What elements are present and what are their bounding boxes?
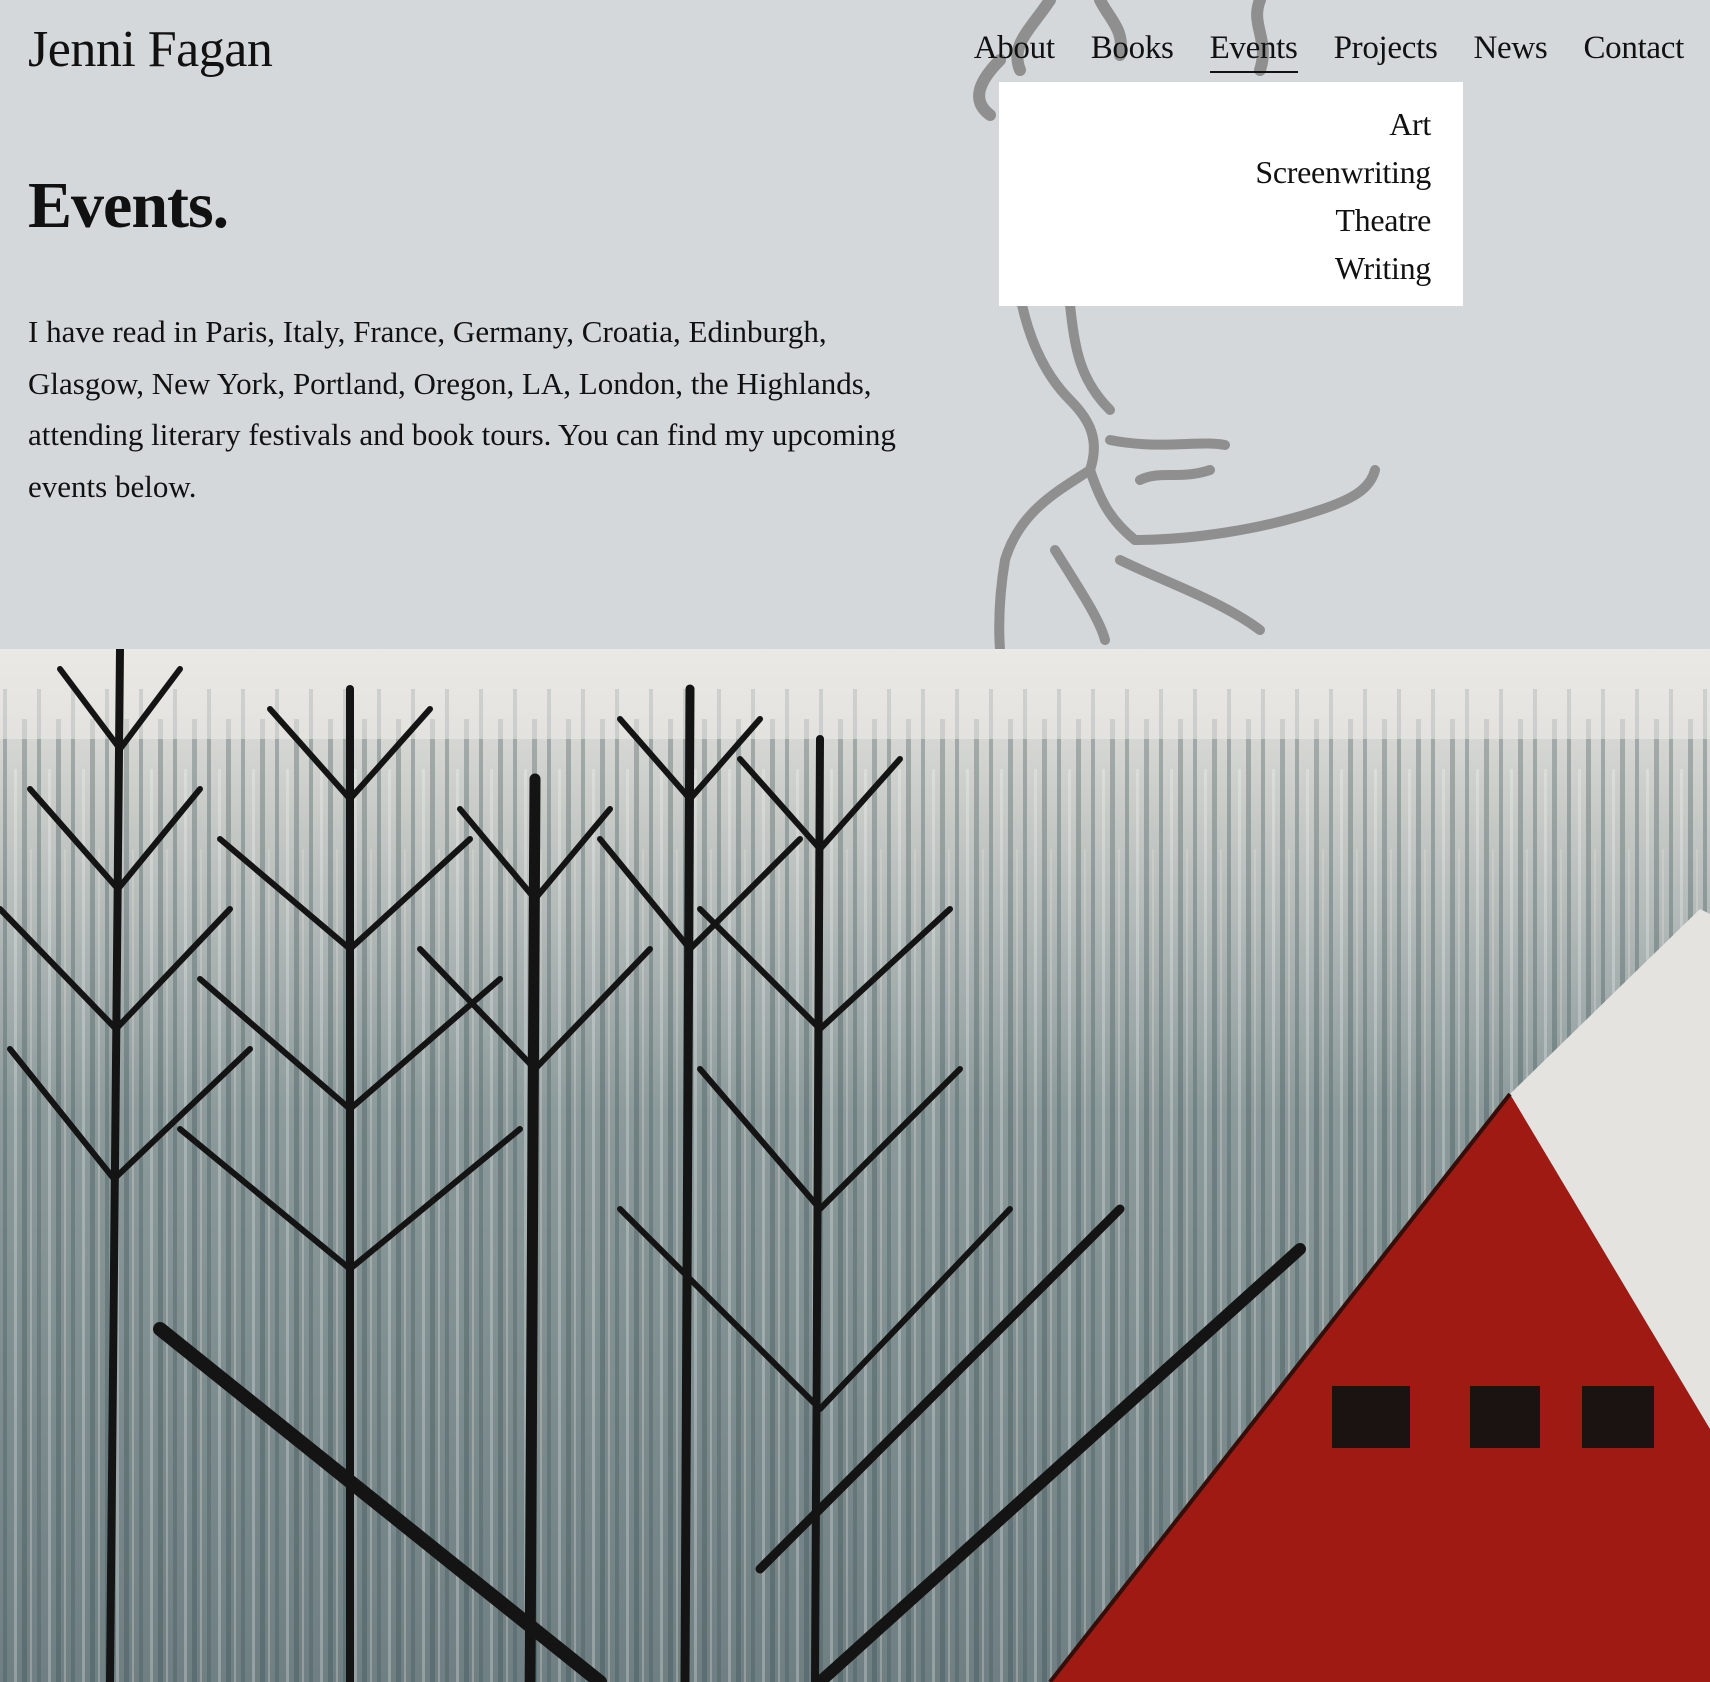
nav-item-news[interactable]: News — [1474, 30, 1548, 73]
nav-item-about[interactable]: About — [974, 30, 1055, 73]
dropdown-item-writing[interactable]: Writing — [999, 244, 1431, 292]
painted-forest-banner-image — [0, 649, 1710, 1682]
dropdown-item-theatre[interactable]: Theatre — [999, 196, 1431, 244]
projects-dropdown-menu: Art Screenwriting Theatre Writing — [999, 82, 1463, 306]
site-title-link[interactable]: Jenni Fagan — [28, 20, 273, 79]
nav-item-projects[interactable]: Projects — [1334, 30, 1438, 73]
page-title: Events. — [28, 169, 229, 242]
intro-paragraph: I have read in Paris, Italy, France, Ger… — [28, 314, 896, 504]
nav-item-books[interactable]: Books — [1091, 30, 1174, 73]
dropdown-item-art[interactable]: Art — [999, 100, 1431, 148]
nav-item-events[interactable]: Events — [1209, 30, 1298, 73]
dropdown-item-screenwriting[interactable]: Screenwriting — [999, 148, 1431, 196]
main-navigation: About Books Events Projects News Contact — [938, 30, 1684, 73]
nav-item-contact[interactable]: Contact — [1583, 30, 1684, 73]
